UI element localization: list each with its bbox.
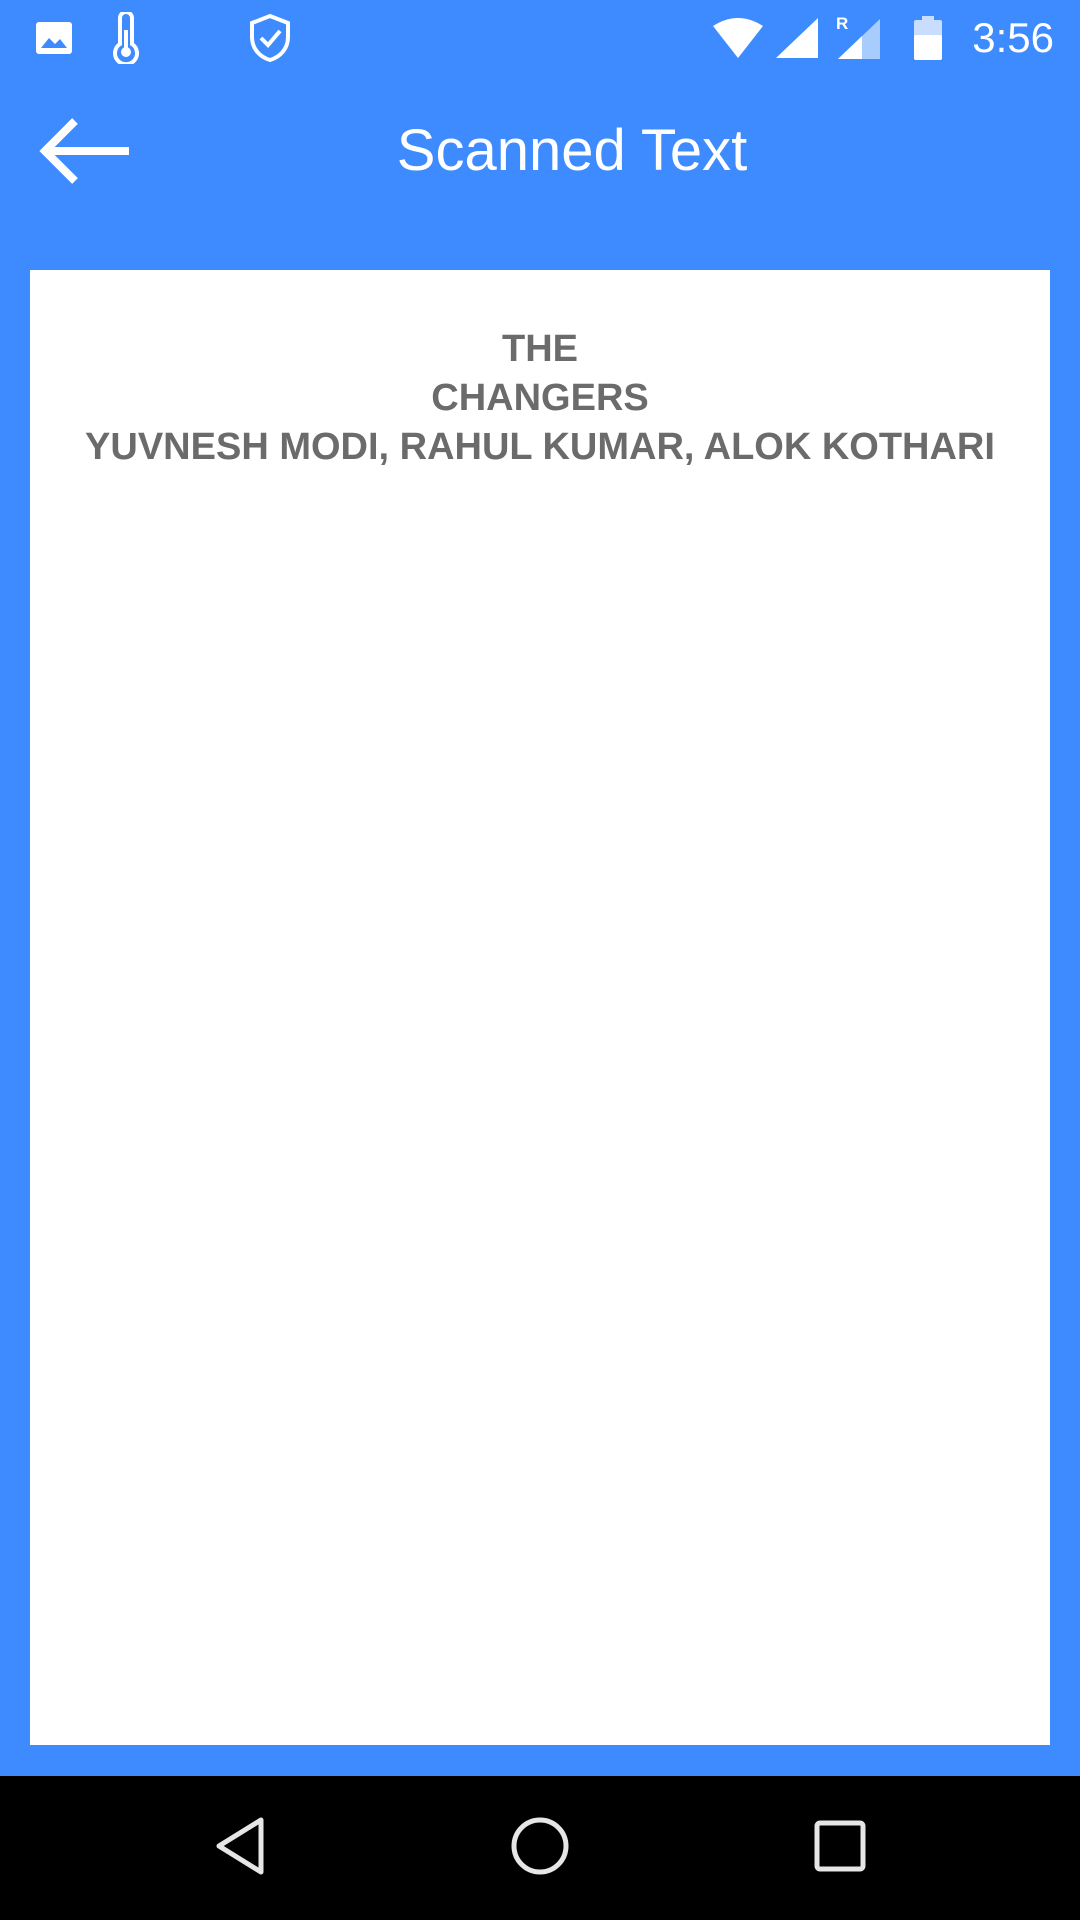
shield-check-icon <box>244 0 296 75</box>
wifi-icon <box>710 0 766 75</box>
nav-back-button[interactable] <box>170 1776 310 1920</box>
thermometer-icon <box>104 0 148 75</box>
svg-text:R: R <box>836 14 848 33</box>
status-clock: 3:56 <box>972 14 1054 61</box>
nav-home-button[interactable] <box>470 1776 610 1920</box>
battery-icon <box>908 0 948 75</box>
navigation-bar <box>0 1776 1080 1920</box>
recents-square-icon <box>813 1819 867 1878</box>
page-title: Scanned Text <box>396 118 748 183</box>
image-icon <box>30 0 78 75</box>
cell-signal-icon <box>772 0 822 75</box>
nav-recents-button[interactable] <box>770 1776 910 1920</box>
scanned-text-line: YUVNESH MODI, RAHUL KUMAR, ALOK KOTHARI <box>85 426 995 468</box>
app-bar: Scanned Text <box>0 75 1080 238</box>
scanned-text-line: THE <box>502 328 578 370</box>
status-bar: R 3:56 <box>0 0 1080 75</box>
scanned-text-line: CHANGERS <box>431 377 649 419</box>
home-circle-icon <box>509 1815 571 1882</box>
cell-signal-roaming-icon: R <box>834 0 884 75</box>
scanned-text[interactable]: THE CHANGERS YUVNESH MODI, RAHUL KUMAR, … <box>50 325 1030 472</box>
back-triangle-icon <box>213 1816 267 1881</box>
scanned-text-card: THE CHANGERS YUVNESH MODI, RAHUL KUMAR, … <box>30 270 1050 1745</box>
